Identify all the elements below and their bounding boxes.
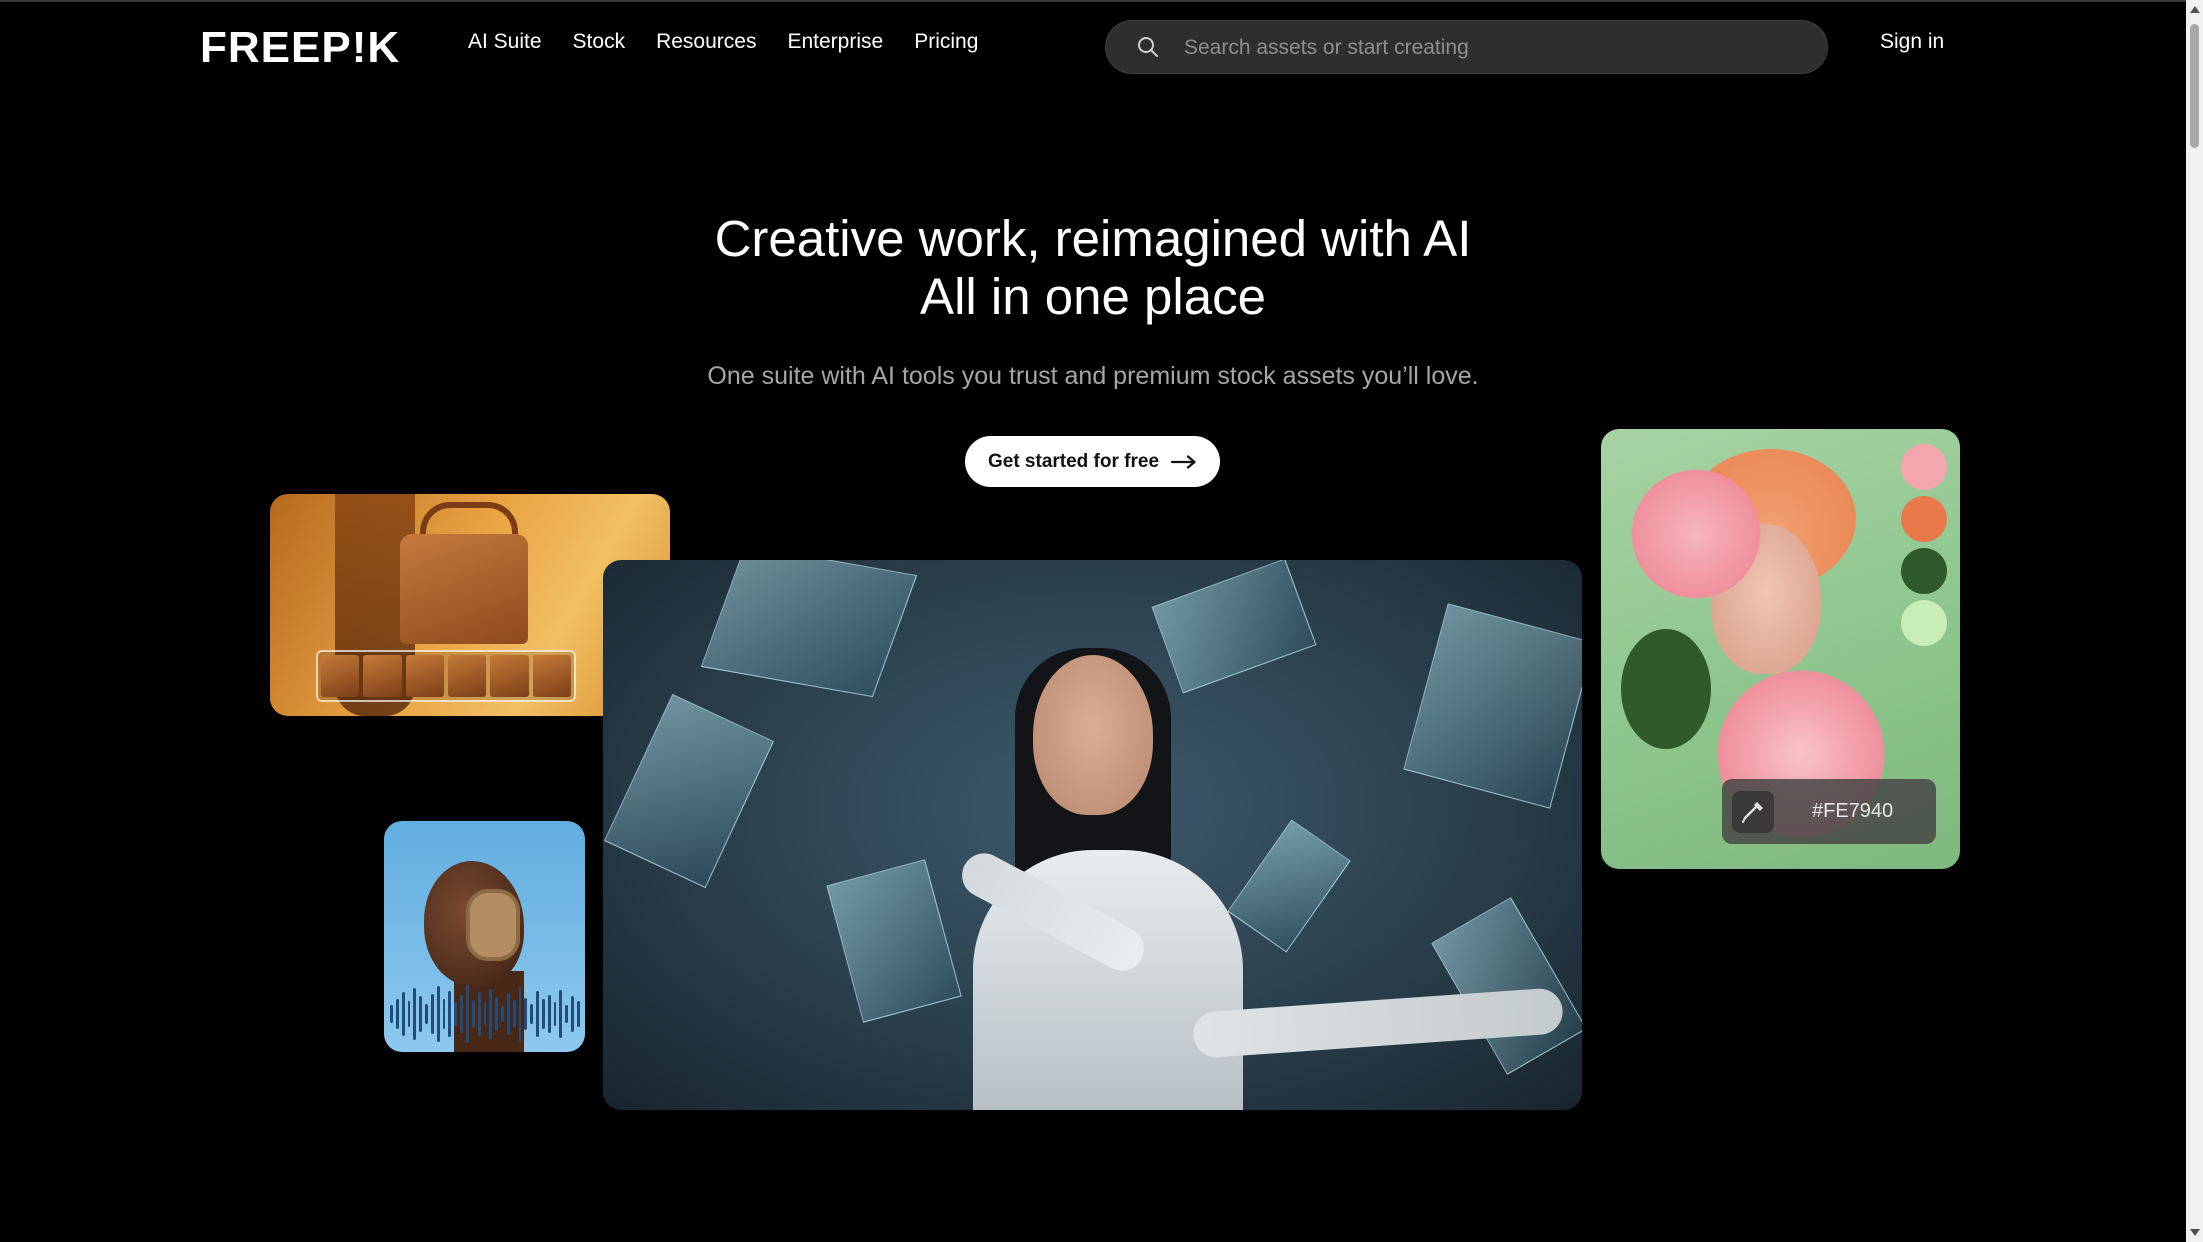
glass-shard [826,859,962,1023]
waveform-bar [524,998,528,1030]
waveform-bar [477,992,481,1036]
search-icon [1138,37,1158,57]
get-started-label: Get started for free [987,450,1160,472]
nav-enterprise[interactable]: Enterprise [787,30,883,54]
waveform-bar [436,986,440,1042]
waveform-bar [489,989,493,1039]
search-input[interactable] [1182,21,1806,75]
color-swatch-1[interactable] [1901,444,1947,490]
waveform-bar [512,1000,516,1028]
freepik-logo[interactable]: FREEP!K [200,26,400,70]
waveform-bar [442,999,446,1029]
waveform-bar [565,1005,569,1023]
nav-ai-suite[interactable]: AI Suite [468,30,542,54]
glass-shard [604,693,774,889]
waveform-bar [454,1002,458,1026]
waveform-bar [536,991,539,1037]
flower-top [1621,459,1771,609]
arrow-right-icon [1171,454,1196,469]
waveform-bar [448,991,452,1037]
waveform-bar [553,1002,557,1026]
picked-color-tag: #FE7940 [1722,779,1936,844]
waveform-bar [547,995,551,1033]
color-palette-card[interactable]: #FE7940 [1601,429,1960,869]
glass-shard [1151,560,1317,694]
hero-title-line-2: All in one place [920,268,1266,325]
frame-thumbnail [321,655,360,697]
nav-stock[interactable]: Stock [573,30,626,54]
glass-shard [1227,819,1351,953]
waveform-bar [501,1006,504,1022]
waveform-bar [559,990,563,1038]
headphones-icon [466,889,520,961]
frame-thumbnail [405,655,444,697]
waveform-bar [506,993,510,1035]
scroll-down-arrow-icon[interactable] [2190,1229,2200,1236]
waveform-bar [483,1003,487,1025]
waveform-bar [407,1001,411,1027]
hero-title-line-1: Creative work, reimagined with AI [714,210,1472,267]
search-bar[interactable] [1105,20,1828,75]
glass-shard [1403,603,1582,809]
main-nav: AI Suite Stock Resources Enterprise Pric… [468,30,978,54]
hero-title: Creative work, reimagined with AI All in… [0,210,2186,326]
frame-thumbnail [363,655,402,697]
nav-pricing[interactable]: Pricing [914,30,978,54]
waveform-bar [471,1000,475,1028]
waveform-bar [395,999,399,1029]
frame-thumbnail [490,655,529,697]
waveform-bar [460,995,463,1033]
sign-in-link[interactable]: Sign in [1880,30,1944,54]
color-swatch-3[interactable] [1901,548,1947,594]
waveform-bar [413,988,417,1040]
page: FREEP!K AI Suite Stock Resources Enterpr… [0,0,2203,1242]
eyedropper-icon[interactable] [1732,790,1774,833]
nav-resources[interactable]: Resources [656,30,756,54]
scroll-up-arrow-icon[interactable] [2190,6,2200,13]
waveform-bar [401,992,405,1036]
glass-shard [700,560,918,698]
color-swatch-2[interactable] [1901,496,1947,542]
waveform-bar [495,997,499,1031]
bag-image [400,534,528,644]
color-swatch-4[interactable] [1901,600,1947,646]
leaves [1621,629,1711,749]
frame-thumbnail [532,655,571,697]
waveform-bar [541,999,545,1029]
waveform-bar [530,1004,534,1024]
top-divider [0,0,2203,2]
frame-strip [316,650,576,702]
scroll-thumb[interactable] [2190,24,2199,148]
waveform-bar [465,985,469,1043]
page-scrollbar[interactable] [2186,0,2203,1242]
waveform-bar [577,1001,580,1027]
frame-thumbnail [447,655,487,697]
audio-card[interactable] [384,821,585,1052]
picked-color-hex: #FE7940 [1812,800,1894,822]
model-face [1033,655,1153,815]
waveform-bar [518,987,522,1041]
waveform-bar [390,1005,393,1023]
glass-shard [1431,897,1582,1075]
waveform-bar [419,996,423,1032]
waveform-bar [430,994,434,1034]
audio-waveform [390,984,580,1044]
hero-subtitle: One suite with AI tools you trust and pr… [707,362,1479,390]
get-started-button[interactable]: Get started for free [965,436,1220,487]
waveform-bar [425,1004,428,1024]
waveform-bar [571,996,574,1032]
hero-video-card[interactable] [603,560,1582,1110]
